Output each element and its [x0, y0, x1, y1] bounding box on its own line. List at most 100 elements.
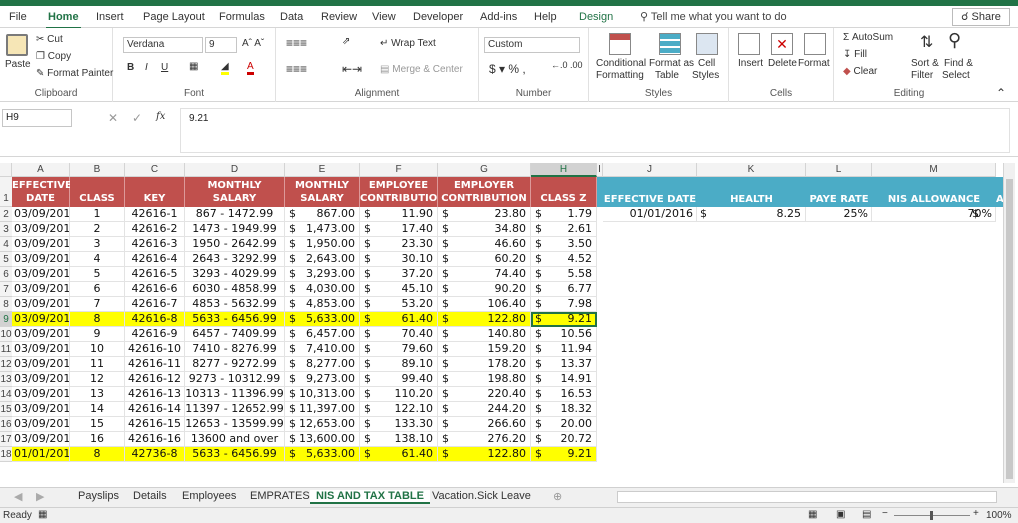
cell-range[interactable]: 2643 - 3292.99 [185, 252, 285, 267]
cell-key[interactable]: 42616-10 [125, 342, 185, 357]
cell-date[interactable]: 03/09/2016 [12, 222, 70, 237]
page-layout-view-icon[interactable]: ▣ [836, 509, 845, 520]
bold-button[interactable]: B [127, 62, 134, 73]
cell-range[interactable]: 1950 - 2642.99 [185, 237, 285, 252]
clear-button[interactable]: ◆ Clear [843, 66, 877, 77]
row-header[interactable]: 13 [0, 372, 12, 387]
cell-class-z[interactable]: $14.91 [531, 372, 597, 387]
paste-icon[interactable] [6, 34, 28, 56]
cell-monthly-salary[interactable]: $867.00 [285, 207, 360, 222]
delete-cells-icon[interactable]: ✕ [771, 33, 793, 55]
format-as-table-label[interactable]: Format as [649, 58, 694, 69]
conditional-formatting-label-2[interactable]: Formatting [596, 70, 644, 81]
align-top-icon[interactable]: ≡≡≡ [286, 36, 307, 50]
next-sheet-icon[interactable]: ▶ [36, 490, 44, 503]
cell-class[interactable]: 12 [70, 372, 125, 387]
sheet-tab-details[interactable]: Details [133, 490, 167, 502]
cell-class-z[interactable]: $20.00 [531, 417, 597, 432]
cell-employer-contribution[interactable]: $159.20 [438, 342, 531, 357]
column-header-d[interactable]: D [185, 163, 285, 177]
cell-styles-icon[interactable] [696, 33, 718, 55]
cell-date[interactable]: 03/09/2016 [12, 432, 70, 447]
cell-employee-contribution[interactable]: $11.90 [360, 207, 438, 222]
side-effective-date[interactable]: 01/01/2016 [603, 207, 697, 222]
format-as-table-label-2[interactable]: Table [655, 70, 679, 81]
cell-date[interactable]: 03/09/2016 [12, 417, 70, 432]
cell-date[interactable]: 03/09/2016 [12, 297, 70, 312]
cell-monthly-salary[interactable]: $9,273.00 [285, 372, 360, 387]
cell-class-z[interactable]: $13.37 [531, 357, 597, 372]
select-all-corner[interactable] [0, 163, 12, 177]
column-header-k[interactable]: K [697, 163, 806, 177]
decimal-icon[interactable]: ←.0 .00 [551, 60, 583, 70]
cell-employee-contribution[interactable]: $79.60 [360, 342, 438, 357]
cell-employer-contribution[interactable]: $266.60 [438, 417, 531, 432]
cell-employer-contribution[interactable]: $34.80 [438, 222, 531, 237]
font-name-select[interactable]: Verdana [123, 37, 203, 53]
cell-date[interactable]: 03/09/2016 [12, 342, 70, 357]
cell-employee-contribution[interactable]: $53.20 [360, 297, 438, 312]
cell-range[interactable]: 6457 - 7409.99 [185, 327, 285, 342]
column-header-l[interactable]: L [806, 163, 872, 177]
paste-button[interactable]: Paste [5, 59, 31, 70]
row-header[interactable]: 7 [0, 282, 12, 297]
cell-employee-contribution[interactable]: $99.40 [360, 372, 438, 387]
cell-date[interactable]: 03/09/2016 [12, 357, 70, 372]
cut-button[interactable]: ✂ Cut [36, 34, 63, 45]
cell-monthly-salary[interactable]: $12,653.00 [285, 417, 360, 432]
cell-class-z[interactable]: $9.21 [531, 447, 597, 462]
borders-icon[interactable]: ▦ [189, 61, 198, 72]
worksheet-grid[interactable]: A B C D E F G H I J K L M 1 2 3 4 5 6 7 8 9 10 11 12 13 14 15 16 17 18… [0, 163, 1018, 483]
sheet-tab-payslips[interactable]: Payslips [78, 490, 119, 502]
cell-class[interactable]: 6 [70, 282, 125, 297]
zoom-out-icon[interactable]: − [882, 508, 888, 519]
merge-center-button[interactable]: ▤ Merge & Center [380, 64, 463, 75]
horizontal-scrollbar[interactable] [617, 491, 997, 503]
cell-range[interactable]: 4853 - 5632.99 [185, 297, 285, 312]
column-header-b[interactable]: B [70, 163, 125, 177]
sort-label[interactable]: Sort & [911, 58, 939, 69]
cell-monthly-salary[interactable]: $4,030.00 [285, 282, 360, 297]
cell-class[interactable]: 2 [70, 222, 125, 237]
cell-date[interactable]: 03/09/2016 [12, 282, 70, 297]
row-header[interactable]: 18 [0, 447, 12, 462]
fill-color-icon[interactable]: ◢ [221, 61, 229, 75]
insert-cells-icon[interactable] [738, 33, 760, 55]
cell-employee-contribution[interactable]: $138.10 [360, 432, 438, 447]
macro-record-icon[interactable]: ▦ [38, 509, 47, 520]
cell-styles-label-2[interactable]: Styles [692, 70, 719, 81]
font-color-icon[interactable]: A [247, 61, 254, 75]
cell-date[interactable]: 03/09/2016 [12, 267, 70, 282]
cell-class[interactable]: 7 [70, 297, 125, 312]
cell-date[interactable]: 03/09/2016 [12, 207, 70, 222]
cell-class-z[interactable]: $16.53 [531, 387, 597, 402]
cell-employer-contribution[interactable]: $122.80 [438, 447, 531, 462]
row-header-1[interactable]: 1 [0, 177, 12, 207]
tab-page-layout[interactable]: Page Layout [143, 11, 205, 23]
cell-employee-contribution[interactable]: $70.40 [360, 327, 438, 342]
prev-sheet-icon[interactable]: ◀ [14, 490, 22, 503]
cell-key[interactable]: 42616-5 [125, 267, 185, 282]
cell-class[interactable]: 9 [70, 327, 125, 342]
tab-review[interactable]: Review [321, 11, 357, 23]
cell-monthly-salary[interactable]: $13,600.00 [285, 432, 360, 447]
cell-key[interactable]: 42616-14 [125, 402, 185, 417]
side-paye-rate[interactable]: 25% [806, 207, 872, 222]
cell-range[interactable]: 12653 - 13599.99 [185, 417, 285, 432]
cell-range[interactable]: 5633 - 6456.99 [185, 447, 285, 462]
sort-label-2[interactable]: Filter [911, 70, 933, 81]
cell-employer-contribution[interactable]: $122.80 [438, 312, 531, 327]
cell-monthly-salary[interactable]: $11,397.00 [285, 402, 360, 417]
cell-class-z[interactable]: $11.94 [531, 342, 597, 357]
cell-class[interactable]: 16 [70, 432, 125, 447]
cell-employer-contribution[interactable]: $46.60 [438, 237, 531, 252]
cell-class[interactable]: 8 [70, 312, 125, 327]
cell-class[interactable]: 8 [70, 447, 125, 462]
cell-employee-contribution[interactable]: $37.20 [360, 267, 438, 282]
cell-employee-contribution[interactable]: $45.10 [360, 282, 438, 297]
cell-class-z[interactable]: $1.79 [531, 207, 597, 222]
cell-date[interactable]: 03/09/2016 [12, 387, 70, 402]
zoom-level[interactable]: 100% [986, 510, 1012, 521]
cell-monthly-salary[interactable]: $7,410.00 [285, 342, 360, 357]
cell-employer-contribution[interactable]: $90.20 [438, 282, 531, 297]
